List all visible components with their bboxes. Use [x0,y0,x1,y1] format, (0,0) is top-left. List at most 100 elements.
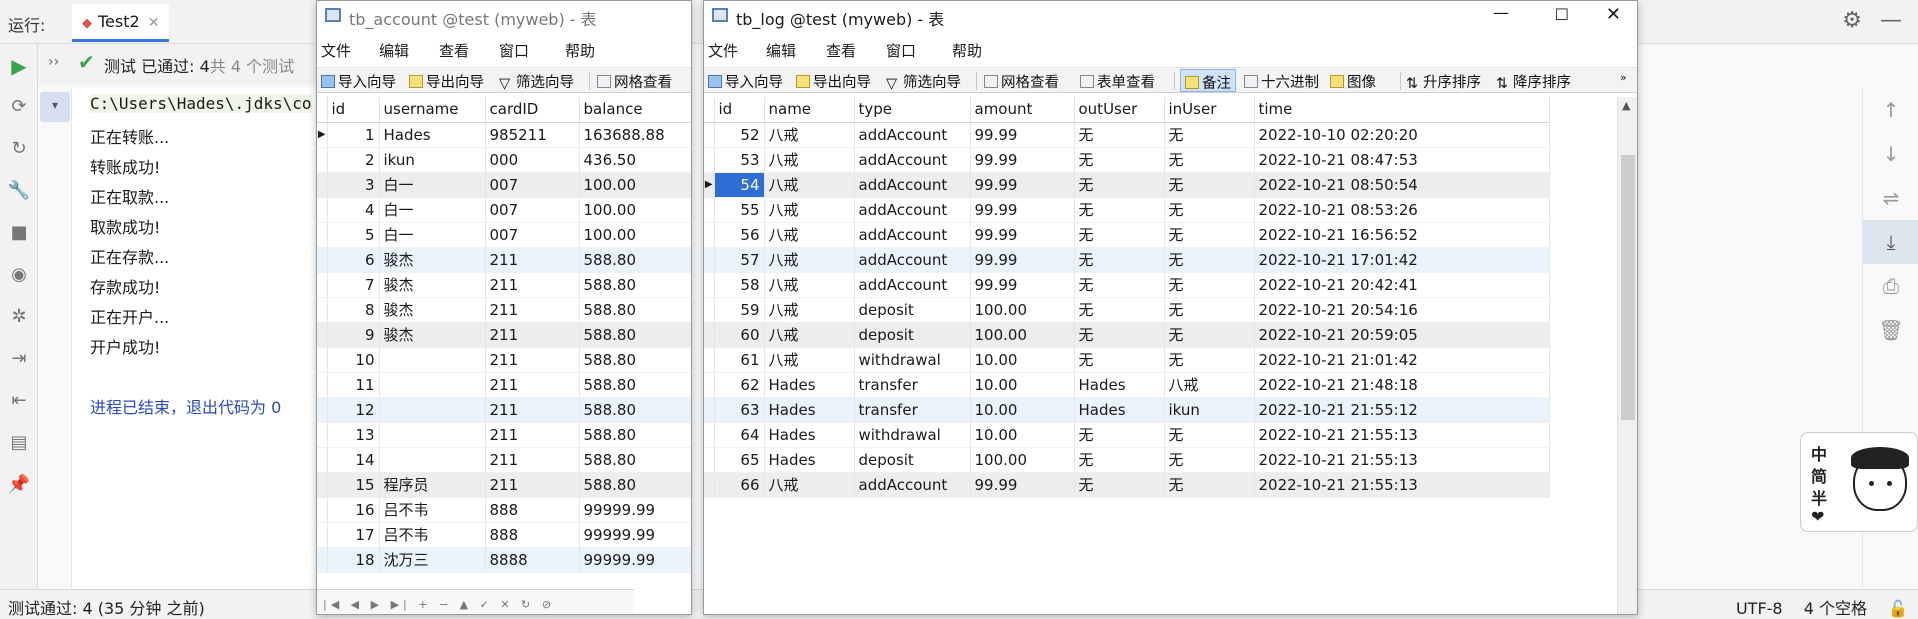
grid-cell[interactable]: 无 [1164,197,1255,223]
table-row[interactable]: 5 白一 007 100.00 [317,222,691,248]
filter-wizard-button[interactable]: ▽ 筛选向导 [499,71,574,92]
grid-cell[interactable]: 1 [327,122,380,148]
grid-cell[interactable]: 99.99 [970,247,1075,273]
grid-cell[interactable]: 211 [485,347,580,373]
table-row[interactable]: 59 八戒 deposit 100.00 无无 2022-10-21 20:54:16 [704,297,1550,323]
grid-cell[interactable]: 白一 [379,197,486,223]
grid-cell[interactable]: 16 [327,497,380,523]
row-indicator[interactable] [317,497,328,523]
menu-file[interactable]: 文件 [708,40,738,61]
grid-cell[interactable]: 588.80 [579,247,691,273]
table-row[interactable]: 2 ikun 000 436.50 [317,147,691,173]
row-indicator[interactable] [317,397,328,423]
grid-cell[interactable]: 骏杰 [379,247,486,273]
lock-icon[interactable]: 🔓 [1888,599,1908,618]
menu-help[interactable]: 帮助 [952,40,982,61]
grid-cell[interactable]: 无 [1074,347,1165,373]
grid-cell[interactable]: 4 [327,197,380,223]
grid-cell[interactable]: 无 [1164,122,1255,148]
status-encoding[interactable]: UTF-8 [1736,599,1783,618]
row-indicator[interactable] [317,147,328,173]
grid-cell[interactable]: 52 [714,122,765,148]
grid-cell[interactable]: 888 [485,522,580,548]
grid-cell[interactable]: 211 [485,472,580,498]
grid-cell[interactable]: 15 [327,472,380,498]
row-indicator[interactable] [317,222,328,248]
grid-cell[interactable]: 八戒 [764,272,855,298]
scrollbar-thumb[interactable] [1621,155,1635,420]
row-indicator[interactable] [704,447,715,473]
grid-cell[interactable]: 3 [327,172,380,198]
grid-cell[interactable]: 无 [1074,472,1165,498]
table-row[interactable]: ▶ 1 Hades 985211 163688.88 [317,122,691,148]
grid-cell[interactable]: 56 [714,222,765,248]
grid-cell[interactable]: 2 [327,147,380,173]
import-wizard-button[interactable]: 导入向导 [708,71,783,92]
grid-cell[interactable]: 100.00 [970,322,1075,348]
grid-cell[interactable]: 八戒 [764,147,855,173]
grid-cell[interactable]: 八戒 [764,347,855,373]
console-output[interactable]: C:\Users\Hades\.jdks\co 正在转账... 转账成功! 正在… [72,88,322,588]
grid-cell[interactable]: 60 [714,322,765,348]
status-indent[interactable]: 4 个空格 [1804,599,1867,618]
grid-cell[interactable]: 100.00 [970,447,1075,473]
grid-cell[interactable]: 无 [1164,322,1255,348]
sort-ascending-button[interactable]: ⇅ 升序排序 [1406,71,1481,92]
pin-icon[interactable]: 📌 [0,464,38,506]
grid-cell[interactable]: 100.00 [970,297,1075,323]
grid-cell[interactable]: withdrawal [854,347,971,373]
grid-cell[interactable]: 白一 [379,222,486,248]
grid-cell[interactable]: 588.80 [579,347,691,373]
grid-cell[interactable]: 62 [714,372,765,398]
grid-cell[interactable]: 99.99 [970,272,1075,298]
grid-cell[interactable]: 99999.99 [579,497,691,523]
export-wizard-button[interactable]: 导出向导 [796,71,871,92]
table-row[interactable]: 10 211 588.80 [317,347,691,373]
row-indicator[interactable] [704,197,715,223]
grid-cell[interactable]: 8888 [485,547,580,573]
camera-icon[interactable]: ◉ [0,254,38,296]
export-wizard-button[interactable]: 导出向导 [409,71,484,92]
grid-cell[interactable]: 55 [714,197,765,223]
grid-cell[interactable]: 2022-10-10 02:20:20 [1254,122,1550,148]
grid-cell[interactable]: 2022-10-21 17:01:42 [1254,247,1550,273]
row-indicator[interactable] [317,447,328,473]
grid-cell[interactable]: 59 [714,297,765,323]
grid-cell[interactable]: 八戒 [764,172,855,198]
grid-cell[interactable]: 211 [485,422,580,448]
filter-wizard-button[interactable]: ▽ 筛选向导 [886,71,961,92]
row-indicator[interactable] [317,372,328,398]
grid-cell[interactable]: addAccount [854,122,971,148]
grid-cell[interactable]: 211 [485,272,580,298]
table-row[interactable]: 63 Hades transfer 10.00 Hades ikun 2022-10-21 … [704,397,1550,423]
table-row[interactable]: 18 沈万三 8888 99999.99 [317,547,691,573]
grid-cell[interactable]: 无 [1074,147,1165,173]
row-indicator[interactable] [317,172,328,198]
grid-cell[interactable]: 588.80 [579,447,691,473]
grid-cell[interactable] [379,422,486,448]
menu-file[interactable]: 文件 [321,40,351,61]
grid-cell[interactable]: 2022-10-21 08:53:26 [1254,197,1550,223]
grid-cell[interactable]: 沈万三 [379,547,486,573]
grid-cell[interactable]: 211 [485,297,580,323]
grid-cell[interactable]: 63 [714,397,765,423]
grid-cell[interactable]: 61 [714,347,765,373]
grid-cell[interactable]: 2022-10-21 20:42:41 [1254,272,1550,298]
column-header[interactable]: type [854,97,971,123]
grid-cell[interactable]: transfer [854,397,971,423]
grid-cell[interactable]: 2022-10-21 08:50:54 [1254,172,1550,198]
grid-cell[interactable]: 12 [327,397,380,423]
table-row[interactable]: 55 八戒 addAccount 99.99 无无 2022-10-21 08:53:26 [704,197,1550,223]
row-indicator[interactable] [704,397,715,423]
grid-cell[interactable]: 436.50 [579,147,691,173]
grid-cell[interactable]: 无 [1164,272,1255,298]
column-header[interactable]: cardID [485,97,580,123]
grid-cell[interactable]: 2022-10-21 08:47:53 [1254,147,1550,173]
grid-cell[interactable]: 2022-10-21 20:54:16 [1254,297,1550,323]
grid-cell[interactable]: 10.00 [970,397,1075,423]
grid-cell[interactable]: Hades [379,122,486,148]
grid-cell[interactable]: 007 [485,197,580,223]
close-window-icon[interactable]: ✕ [1606,4,1621,25]
trash-icon[interactable]: 🗑 [1863,308,1918,352]
grid-cell[interactable]: 2022-10-21 21:55:13 [1254,422,1550,448]
